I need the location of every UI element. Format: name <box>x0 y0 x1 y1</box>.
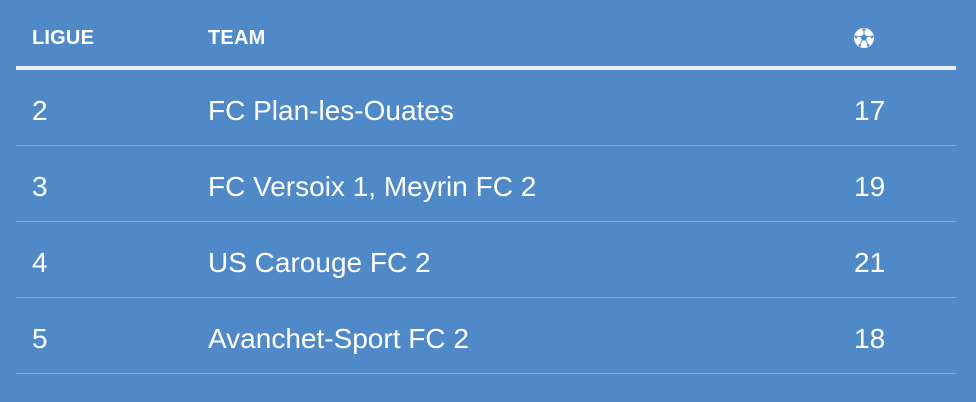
header-ligue: LIGUE <box>32 27 95 49</box>
soccer-ball-icon <box>852 26 876 50</box>
table-row: 5 Avanchet-Sport FC 2 18 <box>16 298 956 374</box>
cell-team: FC Plan-les-Ouates <box>208 95 454 126</box>
table-row: 3 FC Versoix 1, Meyrin FC 2 19 <box>16 146 956 222</box>
table-header: LIGUE TEAM <box>16 0 956 70</box>
table-row: 2 FC Plan-les-Ouates 17 <box>16 70 956 146</box>
cell-ligue: 4 <box>32 247 48 278</box>
cell-team: US Carouge FC 2 <box>208 247 431 278</box>
cell-ligue: 3 <box>32 171 48 202</box>
cell-ligue: 2 <box>32 95 48 126</box>
cell-ligue: 5 <box>32 323 48 354</box>
league-table: LIGUE TEAM 2 FC Plan-les-Ouates 17 3 FC … <box>16 0 956 374</box>
cell-goals: 17 <box>854 95 886 126</box>
table-row: 4 US Carouge FC 2 21 <box>16 222 956 298</box>
cell-goals: 21 <box>854 247 886 278</box>
header-team: TEAM <box>208 27 266 49</box>
cell-team: FC Versoix 1, Meyrin FC 2 <box>208 171 537 202</box>
cell-goals: 18 <box>854 323 886 354</box>
cell-goals: 19 <box>854 171 886 202</box>
cell-team: Avanchet-Sport FC 2 <box>208 323 469 354</box>
